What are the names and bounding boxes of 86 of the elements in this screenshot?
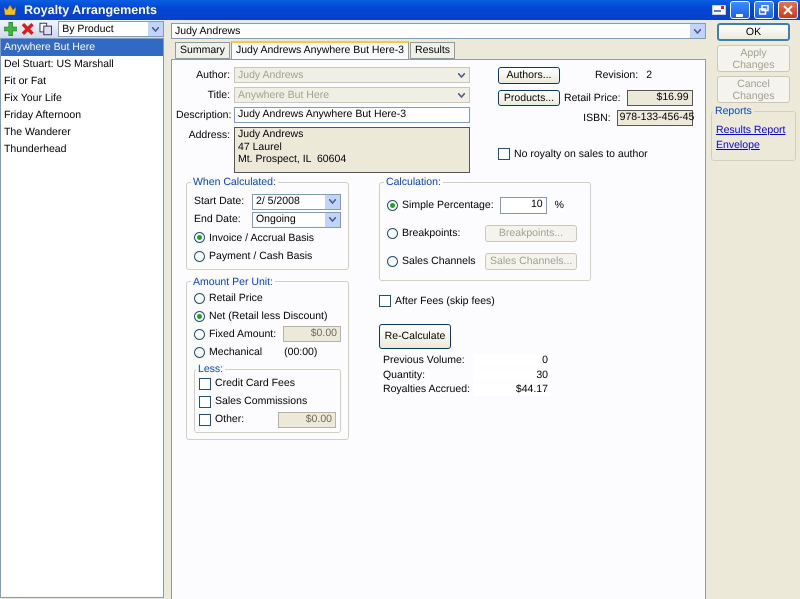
- group-title: Amount Per Unit:: [192, 276, 274, 288]
- unit-label: %: [554, 199, 564, 212]
- authors-button[interactable]: Authors...: [498, 67, 560, 84]
- delete-icon[interactable]: [21, 22, 35, 36]
- radio-button[interactable]: [387, 256, 398, 267]
- checkbox[interactable]: [199, 414, 211, 426]
- retail-price-field: $16.99: [626, 90, 693, 106]
- date-picker[interactable]: 2/ 5/2008: [252, 194, 341, 210]
- close-icon: [783, 5, 793, 15]
- radio-button[interactable]: [194, 250, 205, 262]
- address-field[interactable]: Judy Andrews 47 Laurel Mt. Prospect, IL 60604: [234, 127, 470, 173]
- field-label: End Date:: [194, 213, 241, 226]
- amount-field[interactable]: $0.00: [278, 412, 336, 428]
- radio-label: Mechanical: [209, 346, 262, 358]
- checkbox[interactable]: [498, 148, 510, 160]
- field-label: Title:: [206, 88, 231, 102]
- window-title: Royalty Arrangements: [24, 2, 157, 18]
- checkbox-label: Sales Commissions: [215, 395, 308, 408]
- checkbox[interactable]: [199, 378, 211, 390]
- group-title: When Calculated:: [192, 177, 277, 188]
- radio-label: Invoice / Accrual Basis: [209, 232, 314, 244]
- radio-label: Fixed Amount:: [209, 328, 276, 340]
- percentage-field[interactable]: 10: [500, 197, 547, 214]
- note-text: (00:00): [284, 346, 318, 358]
- radio-label: Sales Channels: [402, 255, 476, 268]
- checkbox[interactable]: [379, 294, 391, 307]
- radio-label: Breakpoints:: [402, 227, 460, 240]
- report-link[interactable]: Envelope: [716, 139, 791, 152]
- minimize-icon: [736, 13, 744, 18]
- group-title: Reports: [714, 106, 753, 116]
- recalculate-button[interactable]: Re-Calculate: [379, 324, 451, 350]
- close-button[interactable]: [778, 1, 798, 19]
- radio-label: Retail Price: [209, 292, 263, 304]
- list-item[interactable]: Thunderhead: [1, 141, 163, 158]
- description-field[interactable]: Judy Andrews Anywhere But Here-3: [234, 107, 470, 123]
- list-item[interactable]: Fit or Fat: [1, 73, 163, 90]
- field-label: Retail Price:: [564, 92, 621, 104]
- end-date-dropdown[interactable]: Ongoing: [252, 212, 341, 228]
- radio-button[interactable]: [194, 346, 205, 358]
- group-title: Calculation:: [385, 177, 442, 188]
- radio-button[interactable]: [387, 228, 398, 239]
- tab[interactable]: Judy Andrews Anywhere But Here-3: [230, 41, 410, 60]
- field-label: Description:: [176, 108, 232, 122]
- filter-dropdown[interactable]: By Product: [58, 21, 164, 37]
- radio-button[interactable]: [194, 292, 205, 304]
- field-label: Address:: [188, 128, 231, 142]
- list-item[interactable]: The Wanderer: [1, 124, 163, 141]
- radio-label: Net (Retail less Discount): [209, 310, 328, 322]
- radio-button[interactable]: [194, 328, 205, 340]
- field-label: Start Date:: [194, 195, 244, 208]
- total-label: Royalties Accrued:: [382, 383, 471, 396]
- amount-field[interactable]: $0.00: [283, 326, 341, 342]
- list-item[interactable]: Friday Afternoon: [1, 107, 163, 124]
- radio-button[interactable]: [194, 310, 205, 322]
- group-title: Less:: [197, 364, 224, 375]
- radio-button[interactable]: [387, 200, 398, 211]
- checkbox-label: Credit Card Fees: [215, 377, 295, 390]
- tray-icon[interactable]: [712, 5, 726, 15]
- restore-button[interactable]: [754, 1, 774, 19]
- tab[interactable]: Results: [410, 42, 456, 59]
- checkbox-label: No royalty on sales to author: [514, 148, 648, 161]
- total-label: Quantity:: [382, 368, 426, 382]
- field-label: ISBN:: [583, 112, 611, 124]
- radio-label: Payment / Cash Basis: [209, 250, 312, 263]
- total-label: Previous Volume:: [382, 354, 466, 367]
- list-item[interactable]: Del Stuart: US Marshall: [1, 56, 163, 73]
- radio-label: Simple Percentage:: [402, 199, 494, 212]
- list-item[interactable]: Fix Your Life: [1, 90, 163, 107]
- radio-button[interactable]: [194, 232, 205, 244]
- tab[interactable]: Summary: [175, 42, 230, 59]
- field-label: Author:: [195, 68, 231, 82]
- action-button[interactable]: OK: [717, 23, 790, 41]
- checkbox[interactable]: [199, 396, 211, 408]
- checkbox-label: Other:: [215, 413, 244, 426]
- list-item[interactable]: Anywhere But Here: [1, 39, 163, 56]
- revision-label: Revision:: [595, 69, 638, 82]
- report-link[interactable]: Results Report: [716, 124, 791, 136]
- revision-value: 2: [646, 69, 652, 82]
- checkbox-label: After Fees (skip fees): [395, 294, 495, 308]
- add-icon[interactable]: [4, 22, 18, 36]
- copy-icon[interactable]: [38, 22, 52, 36]
- minimize-button[interactable]: [730, 1, 750, 19]
- crown-icon: [4, 5, 16, 15]
- restore-icon: [759, 5, 769, 15]
- products-button[interactable]: Products...: [498, 90, 560, 106]
- record-dropdown[interactable]: Judy Andrews: [171, 23, 706, 39]
